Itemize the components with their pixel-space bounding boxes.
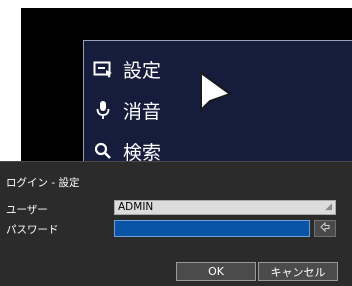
menu-item-settings[interactable]: 設定 [92, 53, 161, 85]
password-label: パスワード [6, 224, 59, 236]
mouse-pointer-icon [200, 71, 233, 113]
virtual-keyboard-button[interactable] [314, 220, 336, 237]
user-value: ADMIN [118, 201, 154, 213]
dropdown-caret-icon: ◢ [325, 202, 332, 212]
menu-item-label: 設定 [123, 59, 162, 82]
user-select[interactable]: ADMIN ◢ [114, 200, 336, 215]
search-icon [92, 140, 114, 162]
login-dialog: ログイン - 設定 ユーザー ADMIN ◢ パスワード OK キャンセル [0, 161, 352, 286]
menu-item-label: 消音 [123, 100, 162, 123]
microphone-icon [92, 99, 114, 121]
dialog-title: ログイン - 設定 [6, 177, 80, 189]
settings-window-icon [92, 58, 114, 80]
menu-item-mute[interactable]: 消音 [92, 94, 161, 126]
keyboard-icon [319, 221, 331, 235]
user-label: ユーザー [6, 204, 48, 216]
password-input[interactable] [114, 220, 310, 237]
cancel-button[interactable]: キャンセル [258, 262, 338, 281]
ok-button[interactable]: OK [176, 262, 256, 281]
